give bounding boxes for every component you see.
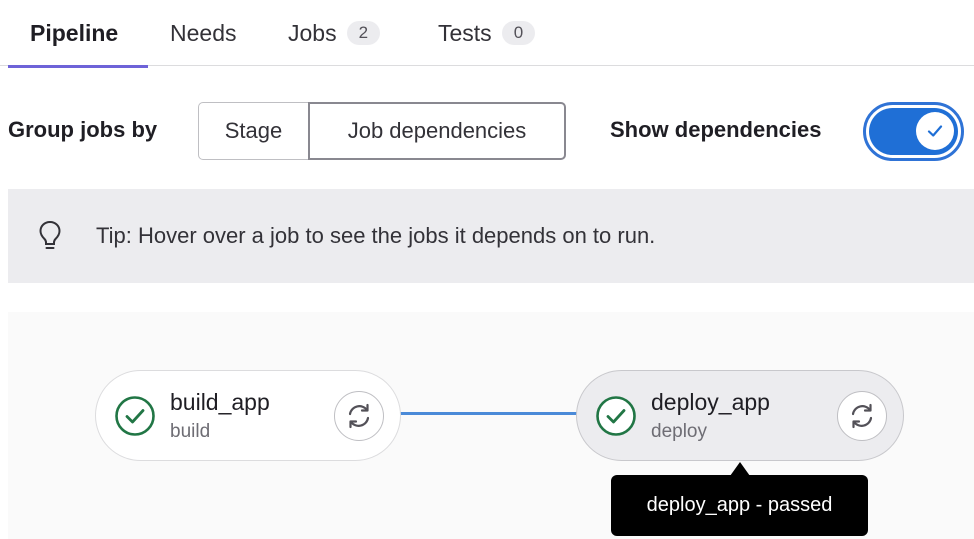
job-build-app[interactable]: build_app build <box>95 370 401 461</box>
job-name: build_app <box>170 389 270 415</box>
retry-job-button[interactable] <box>334 391 384 441</box>
group-by-job-dependencies-button[interactable]: Job dependencies <box>308 102 566 160</box>
job-deploy-app[interactable]: deploy_app deploy <box>576 370 904 461</box>
job-stage: deploy <box>651 421 707 442</box>
retry-icon <box>851 403 873 429</box>
tab-tests-label: Tests <box>438 19 492 46</box>
tests-count-badge: 0 <box>501 21 536 45</box>
tip-text: Tip: Hover over a job to see the jobs it… <box>96 223 656 248</box>
status-success-icon <box>115 396 155 436</box>
tab-needs[interactable]: Needs <box>170 0 236 66</box>
job-status-tooltip: deploy_app - passed <box>611 475 868 536</box>
show-dependencies-label: Show dependencies <box>610 117 822 142</box>
tip-banner: Tip: Hover over a job to see the jobs it… <box>8 189 974 283</box>
toggle-knob <box>916 112 954 150</box>
lightbulb-icon <box>36 219 64 253</box>
show-dependencies-toggle[interactable] <box>863 102 964 161</box>
dependency-connector-line <box>400 412 580 415</box>
tab-needs-label: Needs <box>170 19 237 46</box>
checkmark-icon <box>927 125 943 137</box>
status-success-icon <box>596 396 636 436</box>
job-stage: build <box>170 421 211 442</box>
retry-icon <box>348 403 370 429</box>
tooltip-arrow <box>730 462 750 476</box>
pipeline-tabs: Pipeline Needs Jobs 2 Tests 0 <box>0 0 974 68</box>
group-by-stage-button[interactable]: Stage <box>198 102 309 160</box>
tab-jobs[interactable]: Jobs 2 <box>288 0 381 66</box>
retry-job-button[interactable] <box>837 391 887 441</box>
tab-pipeline[interactable]: Pipeline <box>8 0 148 68</box>
active-tab-underline <box>8 65 148 68</box>
jobs-count-badge: 2 <box>346 21 381 45</box>
group-jobs-label: Group jobs by <box>8 117 158 142</box>
tab-jobs-label: Jobs <box>288 19 337 46</box>
tab-tests[interactable]: Tests 0 <box>438 0 536 66</box>
toggle-track <box>869 108 958 155</box>
job-name: deploy_app <box>651 389 770 415</box>
tab-pipeline-label: Pipeline <box>30 19 119 46</box>
